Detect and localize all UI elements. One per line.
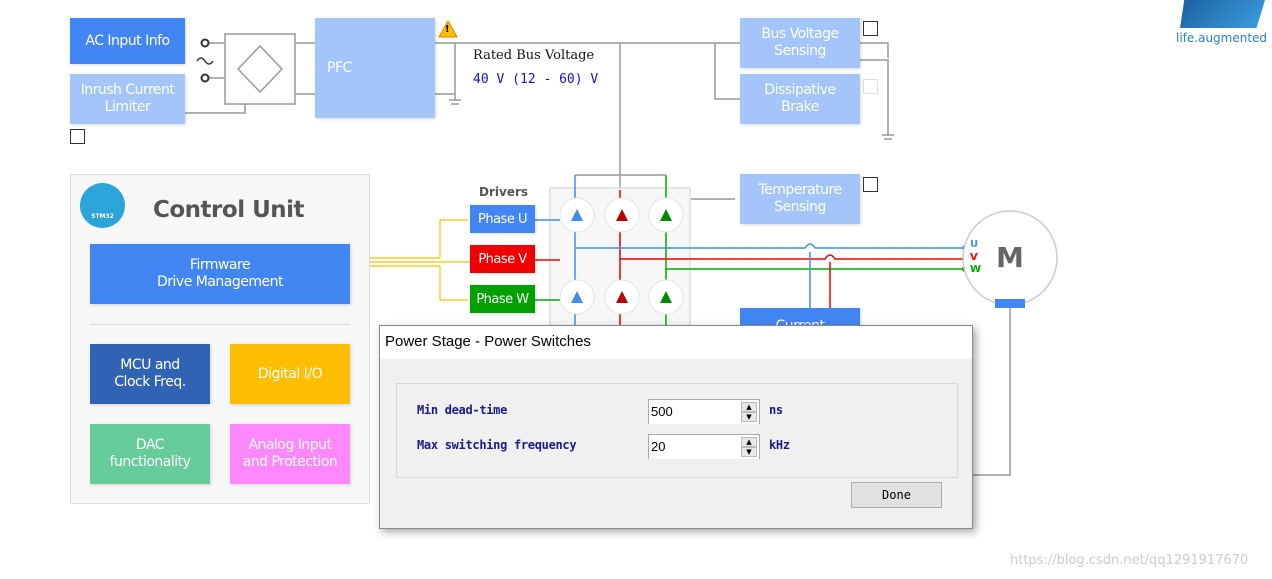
digital-io-block[interactable]: Digital I/O — [230, 344, 350, 404]
rated-bus-voltage-label: Rated Bus Voltage — [473, 48, 595, 63]
terminal-v: V — [970, 252, 978, 263]
dissipative-brake-checkbox — [863, 79, 878, 94]
pfc-block[interactable]: PFC — [315, 18, 435, 118]
mcu-block[interactable]: MCU and Clock Freq. — [90, 344, 210, 404]
spin-up-button[interactable]: ▲ — [741, 402, 757, 412]
warning-icon[interactable]: ! — [445, 24, 450, 35]
watermark: https://blog.csdn.net/qq1291917670 — [1010, 553, 1249, 568]
logo-tagline: life.augmented — [1176, 31, 1268, 45]
min-dead-time-label: Min dead-time — [417, 403, 508, 417]
rated-bus-voltage-value: 40 V (12 - 60) V — [473, 72, 599, 87]
bus-voltage-checkbox[interactable] — [863, 21, 878, 36]
stm32-chip-icon: STM32 — [80, 183, 125, 228]
control-unit-title: Control Unit — [153, 197, 305, 223]
min-dead-time-input[interactable] — [649, 400, 737, 422]
max-switching-frequency-label: Max switching frequency — [417, 438, 577, 452]
max-switching-frequency-input[interactable] — [649, 435, 737, 457]
ac-input-info-block[interactable]: AC Input Info — [70, 18, 185, 64]
power-switches-dialog: Power Stage - Power Switches Min dead-ti… — [379, 325, 973, 529]
phase-v-driver[interactable]: Phase V — [470, 245, 535, 273]
settings-group — [396, 383, 958, 478]
dialog-title: Power Stage - Power Switches — [380, 326, 972, 359]
max-switching-frequency-spinner[interactable]: ▲ ▼ — [648, 434, 760, 459]
analog-input-block[interactable]: Analog Input and Protection — [230, 424, 350, 484]
pfc-label: PFC — [327, 59, 352, 76]
dissipative-brake-block[interactable]: Dissipative Brake — [740, 74, 860, 124]
min-dead-time-unit: ns — [769, 403, 783, 417]
dac-block[interactable]: DAC functionality — [90, 424, 210, 484]
terminal-w: W — [970, 264, 982, 275]
phase-w-driver[interactable]: Phase W — [470, 285, 535, 313]
max-switching-frequency-unit: kHz — [769, 438, 790, 452]
drivers-title: Drivers — [479, 185, 529, 199]
temperature-checkbox[interactable] — [863, 177, 878, 192]
terminal-u: U — [970, 239, 979, 250]
divider — [90, 324, 350, 325]
min-dead-time-spinner[interactable]: ▲ ▼ — [648, 399, 760, 424]
spin-up-button[interactable]: ▲ — [741, 437, 757, 447]
inrush-checkbox[interactable] — [70, 129, 85, 144]
temperature-sensing-block[interactable]: Temperature Sensing — [740, 174, 860, 224]
motor-label[interactable]: M — [996, 241, 1024, 274]
phase-u-driver[interactable]: Phase U — [470, 205, 535, 233]
spin-down-button[interactable]: ▼ — [741, 447, 757, 457]
spin-down-button[interactable]: ▼ — [741, 412, 757, 422]
firmware-block[interactable]: Firmware Drive Management — [90, 244, 350, 304]
done-button[interactable]: Done — [851, 482, 942, 508]
bus-voltage-sensing-block[interactable]: Bus Voltage Sensing — [740, 18, 860, 68]
encoder-connector[interactable] — [995, 299, 1025, 308]
st-logo — [1180, 0, 1265, 28]
inrush-current-limiter-block[interactable]: Inrush Current Limiter — [70, 74, 185, 124]
